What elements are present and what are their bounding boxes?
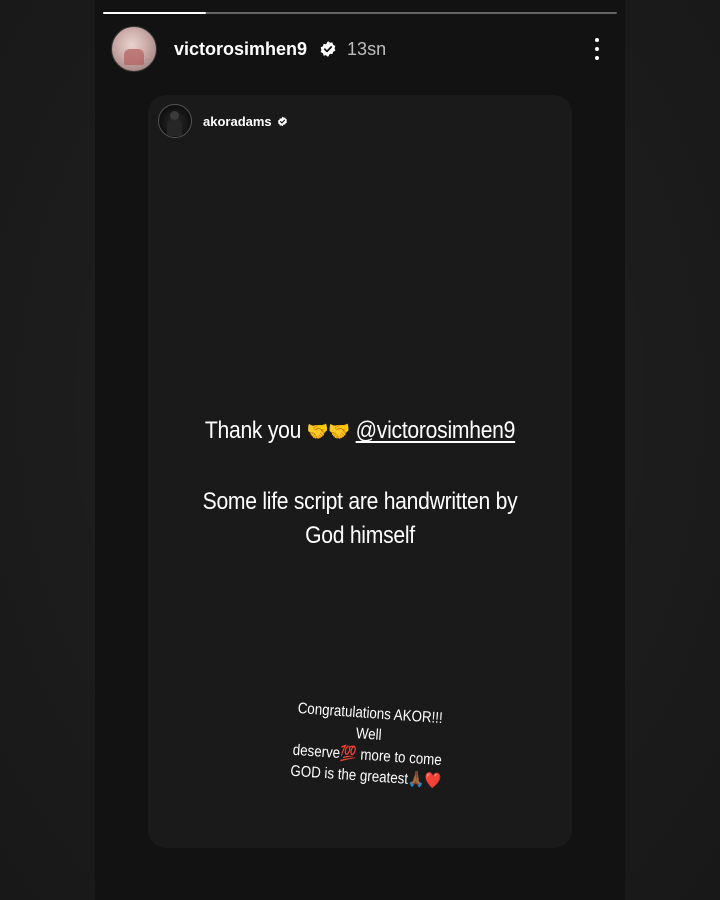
shared-post-header: akoradams [158,104,288,138]
shared-post-username[interactable]: akoradams [203,114,272,129]
thank-you-text: Thank you [204,417,302,444]
verified-badge-icon [277,116,287,126]
story-progress-bar [103,12,617,14]
story-progress-fill [103,12,206,14]
post-text-block: Thank you 🤝🤝 @victorosimhen9 Some life s… [148,415,572,553]
story-timestamp: 13sn [347,38,387,59]
verified-badge-icon [320,41,336,57]
shared-post-avatar[interactable] [158,104,192,138]
post-caption: Some life script are handwritten by God … [202,488,518,549]
more-options-icon[interactable] [585,34,609,64]
handshake-emoji: 🤝🤝 [306,421,351,443]
mention-link[interactable]: @victorosimhen9 [356,417,516,444]
author-username[interactable]: victorosimhen9 [174,39,307,60]
congrats-deserve: deserve [292,741,341,763]
more-dot [595,47,599,51]
author-avatar[interactable] [111,26,157,72]
shared-post-card[interactable]: akoradams Thank you 🤝🤝 @victorosimhen9 S… [148,95,572,848]
more-dot [595,38,599,42]
pray-heart-emoji: 🙏🏾❤️ [407,770,442,791]
congrats-sticker-text: Congratulations AKOR!!! Well deserve💯 mo… [279,697,456,793]
story-viewer[interactable]: victorosimhen9 13sn akoradams Thank you … [95,0,625,900]
more-dot [595,56,599,60]
story-header: victorosimhen9 13sn [111,26,609,72]
hundred-emoji: 💯 [339,745,358,764]
thank-you-line: Thank you 🤝🤝 @victorosimhen9 [173,415,546,448]
